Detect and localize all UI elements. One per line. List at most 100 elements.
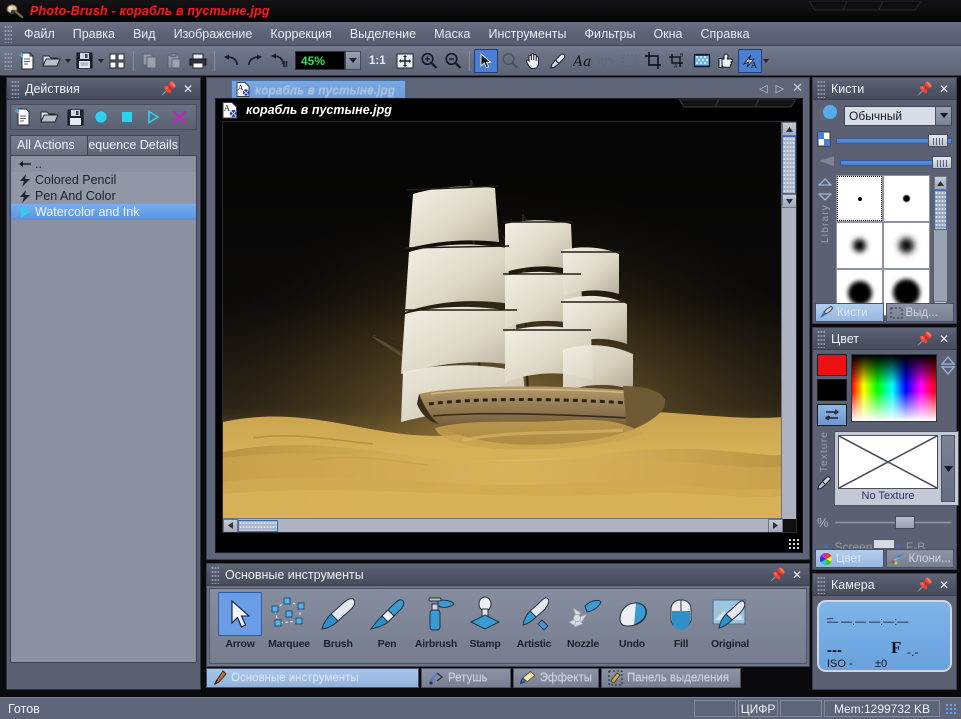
- brush-cell[interactable]: [836, 222, 883, 269]
- record-icon[interactable]: [89, 106, 113, 128]
- hand-tool-icon[interactable]: [522, 49, 546, 73]
- scroll-up-arrow-icon[interactable]: [782, 122, 796, 136]
- menu-selection[interactable]: Выделение: [341, 24, 425, 44]
- list-item[interactable]: Colored Pencil: [11, 172, 196, 188]
- fit-to-window-icon[interactable]: [393, 49, 417, 73]
- stop-icon[interactable]: [115, 106, 139, 128]
- tab-selection[interactable]: Выд...: [885, 303, 954, 322]
- save-document-icon[interactable]: [72, 49, 96, 73]
- brush-library-grid[interactable]: [836, 175, 930, 316]
- brush-cell[interactable]: [836, 175, 883, 222]
- zoom-input[interactable]: 45%: [295, 51, 345, 70]
- eyedropper-icon[interactable]: [817, 476, 831, 493]
- tab-retouch[interactable]: Ретушь: [421, 668, 511, 688]
- next-document-icon[interactable]: ▷: [776, 82, 784, 95]
- menu-view[interactable]: Вид: [124, 24, 165, 44]
- canvas-hscroll-thumb[interactable]: [238, 519, 278, 532]
- menu-edit[interactable]: Правка: [64, 24, 124, 44]
- canvas-horizontal-scrollbar[interactable]: [223, 518, 783, 532]
- main-toolbar[interactable]: 45% 1:1 Aa B A A: [0, 46, 961, 76]
- text-tool-icon[interactable]: Aa: [570, 49, 594, 73]
- new-action-icon[interactable]: [11, 106, 35, 128]
- actions-list[interactable]: .. Colored Pencil Pen And Color Watercol…: [10, 155, 197, 663]
- zoom-dropdown-arrow-icon[interactable]: [345, 51, 361, 70]
- blend-mode-select[interactable]: Обычный: [844, 105, 952, 126]
- scroll-up-arrow-icon[interactable]: [817, 175, 833, 189]
- document-tabstrip[interactable]: A корабль в пустыне.jpg ◁ ▷ ✕: [207, 78, 809, 98]
- brushes-panel-tabs[interactable]: Кисти Выд...: [813, 303, 956, 323]
- tab-effects[interactable]: Эффекты: [513, 668, 599, 688]
- save-dropdown-arrow-icon[interactable]: [96, 49, 105, 73]
- paste-icon[interactable]: [162, 49, 186, 73]
- zoom-out-icon[interactable]: [441, 49, 465, 73]
- close-icon[interactable]: ✕: [939, 333, 949, 345]
- document-window-header[interactable]: A корабль в пустыне.jpg: [216, 98, 802, 121]
- menu-windows[interactable]: Окна: [644, 24, 691, 44]
- actions-tabs[interactable]: All Actions Sequence Details: [10, 135, 197, 155]
- redo-icon[interactable]: [243, 49, 267, 73]
- tool-pen[interactable]: Pen: [363, 592, 411, 650]
- tool-brush[interactable]: Brush: [314, 592, 362, 650]
- close-icon[interactable]: ✕: [939, 83, 949, 95]
- background-color-swatch[interactable]: [817, 379, 847, 401]
- undo-icon[interactable]: [219, 49, 243, 73]
- pin-icon[interactable]: 📌: [770, 568, 786, 581]
- tab-basic-tools[interactable]: Основные инструменты: [206, 668, 419, 688]
- menubar-grip[interactable]: [4, 24, 12, 43]
- crop-tool-icon[interactable]: [642, 49, 666, 73]
- brush-scroll-thumb[interactable]: [934, 190, 947, 230]
- prev-document-icon[interactable]: ◁: [759, 82, 767, 95]
- pin-icon[interactable]: 📌: [161, 82, 177, 95]
- lasso-tool-icon[interactable]: [594, 49, 618, 73]
- tool-marquee[interactable]: Marquee: [265, 592, 313, 650]
- tool-undo[interactable]: Undo: [608, 592, 656, 650]
- document-window-controls[interactable]: [675, 98, 800, 111]
- menu-correction[interactable]: Коррекция: [261, 24, 340, 44]
- zoom-in-icon[interactable]: [417, 49, 441, 73]
- chevron-down-icon[interactable]: [935, 106, 951, 125]
- magnifier-tool-icon[interactable]: [498, 49, 522, 73]
- scroll-right-arrow-icon[interactable]: [768, 518, 783, 532]
- tool-airbrush[interactable]: Airbrush: [412, 592, 460, 650]
- list-item-selected[interactable]: Watercolor and Ink: [11, 204, 196, 220]
- list-item[interactable]: ..: [11, 156, 196, 172]
- softness-slider[interactable]: [840, 156, 952, 170]
- texture-preview[interactable]: [838, 435, 938, 489]
- menu-file[interactable]: Файл: [15, 24, 64, 44]
- close-icon[interactable]: ✕: [792, 569, 802, 581]
- thumb-up-icon[interactable]: [714, 49, 738, 73]
- tools-panel-grip[interactable]: [211, 565, 219, 584]
- pin-icon[interactable]: 📌: [917, 332, 933, 345]
- open-action-icon[interactable]: [37, 106, 61, 128]
- actions-toolbar[interactable]: [10, 104, 197, 130]
- pin-icon[interactable]: 📌: [917, 82, 933, 95]
- canvas-vscroll-thumb[interactable]: [782, 136, 796, 194]
- scroll-up-arrow-icon[interactable]: [934, 176, 947, 190]
- undo-history-icon[interactable]: [267, 49, 291, 73]
- brush-library-scrollbar[interactable]: [933, 175, 948, 316]
- perspective-crop-icon[interactable]: BA: [666, 49, 690, 73]
- copy-icon[interactable]: [138, 49, 162, 73]
- open-document-icon[interactable]: [39, 49, 63, 73]
- tool-nozzle[interactable]: Nozzle: [559, 592, 607, 650]
- close-document-icon[interactable]: ✕: [792, 80, 803, 96]
- play-icon[interactable]: [141, 106, 165, 128]
- tab-brushes[interactable]: Кисти: [815, 303, 884, 322]
- canvas-vertical-scrollbar[interactable]: [781, 122, 796, 519]
- opacity-slider[interactable]: [836, 134, 952, 148]
- tool-fill[interactable]: Fill: [657, 592, 705, 650]
- tab-selection-panel[interactable]: Панель выделения: [601, 668, 741, 688]
- delete-icon[interactable]: [167, 106, 191, 128]
- tool-artistic[interactable]: Artistic: [510, 592, 558, 650]
- menu-tools[interactable]: Инструменты: [480, 24, 576, 44]
- percent-slider[interactable]: [834, 516, 952, 530]
- bottom-tabstrip[interactable]: Основные инструменты Ретушь Эффекты Пане…: [206, 668, 810, 688]
- tool-original[interactable]: Original: [706, 592, 754, 650]
- statusbar-resize-grip[interactable]: [945, 702, 957, 715]
- camera-panel-grip[interactable]: [817, 575, 825, 594]
- texture-dropdown-arrow-icon[interactable]: [941, 435, 955, 502]
- resize-grip[interactable]: [788, 538, 800, 550]
- toolbar-grip[interactable]: [4, 51, 12, 70]
- brushes-panel-grip[interactable]: [817, 79, 825, 98]
- transparency-icon[interactable]: [690, 49, 714, 73]
